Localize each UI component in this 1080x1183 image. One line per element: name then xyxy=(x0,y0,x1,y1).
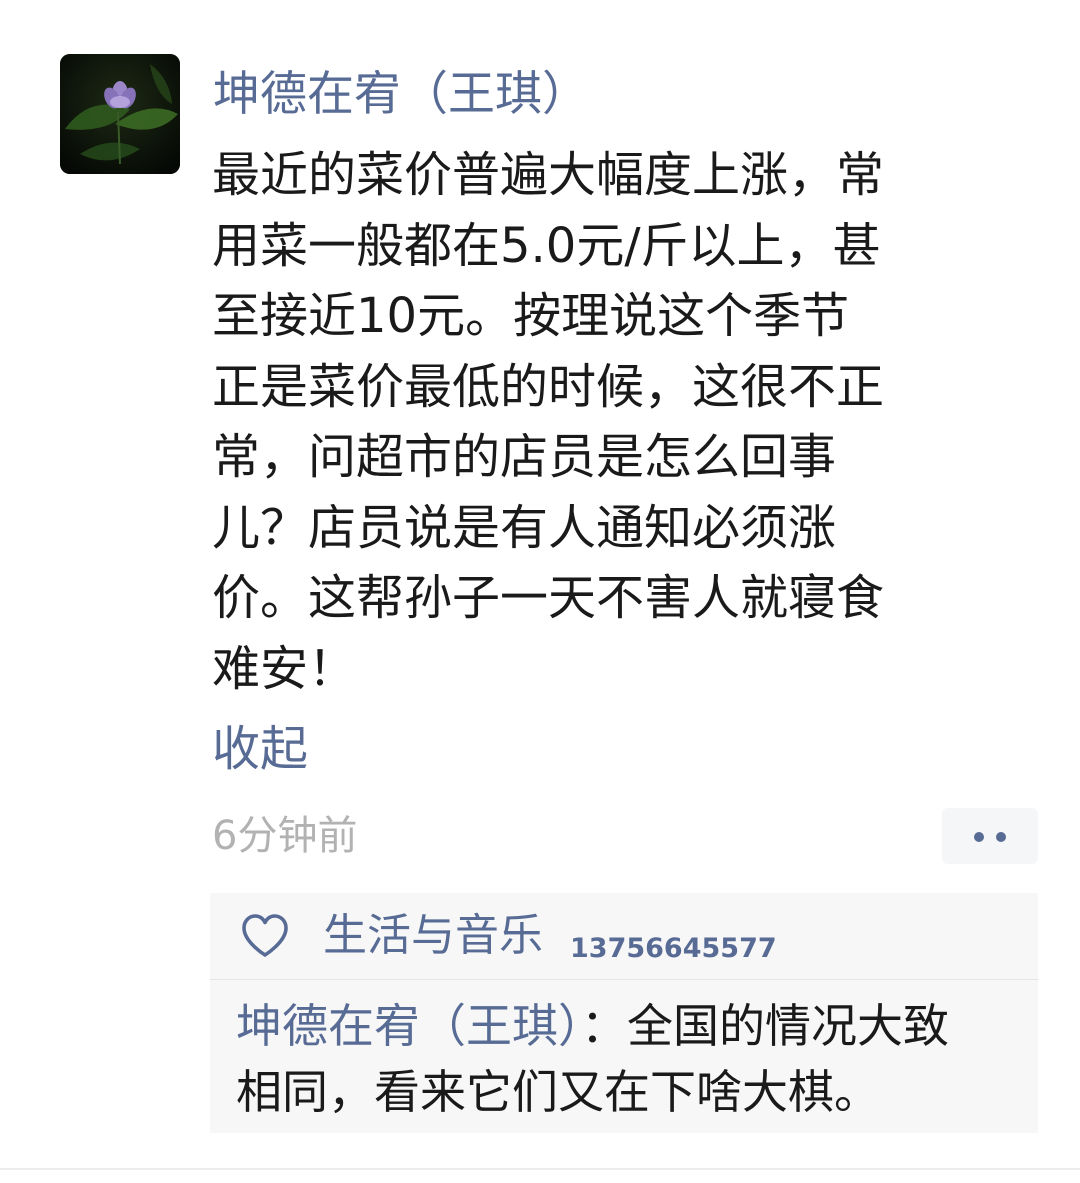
comment-text: 相同，看来它们又在下啥大棋。 xyxy=(236,1065,880,1119)
lotus-flower-avatar-icon xyxy=(60,54,180,174)
comment-line: 坤德在宥（王琪）：全国的情况大致 xyxy=(236,993,1026,1059)
post-content-line: 常，问超市的店员是怎么回事 xyxy=(212,429,837,485)
post-content-line: 最近的菜价普遍大幅度上涨，常 xyxy=(212,147,885,203)
heart-outline-icon xyxy=(242,914,288,957)
two-dots-icon xyxy=(996,832,1006,842)
post-timestamp: 6分钟前 xyxy=(212,813,358,859)
two-dots-icon xyxy=(974,832,984,842)
post-content: 最近的菜价普遍大幅度上涨，常 用菜一般都在5.0元/斤以上，甚 至接近10元。按… xyxy=(212,140,1012,704)
collapse-link[interactable]: 收起 xyxy=(212,714,308,784)
post-content-line: 至接近10元。按理说这个季节 xyxy=(212,288,850,344)
divider xyxy=(0,1168,1080,1170)
post-author-name[interactable]: 坤德在宥（王琪） xyxy=(213,62,589,128)
avatar[interactable] xyxy=(60,54,180,174)
liker-name[interactable]: 生活与音乐 xyxy=(323,903,543,969)
liker-number[interactable]: 13756645577 xyxy=(570,929,777,969)
post-content-line: 用菜一般都在5.0元/斤以上，甚 xyxy=(212,217,881,274)
post-content-line: 儿？店员说是有人通知必须涨 xyxy=(212,499,837,556)
more-actions-button[interactable] xyxy=(942,808,1038,864)
likes-row: 生活与音乐 13756645577 xyxy=(210,893,1038,979)
post-content-line: 价。这帮孙子一天不害人就寝食 xyxy=(212,570,885,626)
post-content-line: 正是菜价最低的时候，这很不正 xyxy=(212,358,885,415)
comment-item[interactable]: 坤德在宥（王琪）：全国的情况大致 相同，看来它们又在下啥大棋。 xyxy=(236,993,1026,1125)
comment-text: ：全国的情况大致 xyxy=(581,999,949,1053)
post-content-line: 难安！ xyxy=(212,640,357,697)
interaction-panel: 生活与音乐 13756645577 坤德在宥（王琪）：全国的情况大致 相同，看来… xyxy=(210,893,1038,1133)
divider xyxy=(210,979,1038,980)
commenter-name[interactable]: 坤德在宥（王琪） xyxy=(236,999,581,1053)
